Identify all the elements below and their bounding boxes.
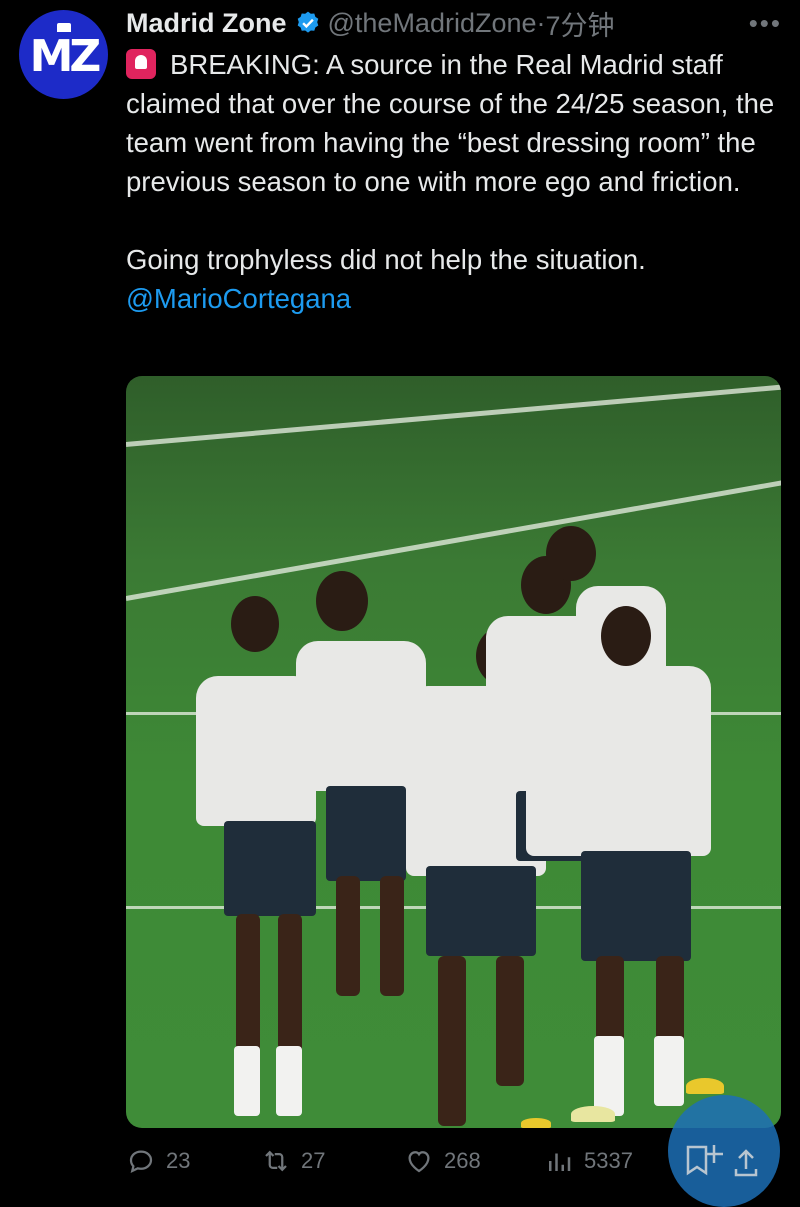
repost-count: 27 <box>301 1148 326 1173</box>
repost-icon <box>265 1150 287 1172</box>
pitch-line <box>126 474 781 601</box>
plus-icon <box>705 1145 723 1163</box>
author-handle[interactable]: @theMadridZone <box>328 8 537 39</box>
separator-dot: · <box>536 7 546 38</box>
like-icon <box>408 1151 430 1173</box>
avatar-logo-text: MZ <box>29 31 102 82</box>
like-count: 268 <box>444 1148 481 1173</box>
crown-icon <box>57 23 71 32</box>
training-cone <box>521 1118 551 1128</box>
tweet-media-photo[interactable] <box>126 376 781 1128</box>
reply-button[interactable]: 23 <box>126 1146 190 1176</box>
author-name[interactable]: Madrid Zone <box>126 8 287 39</box>
reply-icon <box>129 1150 153 1174</box>
reply-count: 23 <box>166 1148 191 1173</box>
avatar[interactable]: MZ <box>19 10 108 99</box>
views-icon <box>549 1153 571 1171</box>
training-cone <box>686 1078 724 1094</box>
more-icon[interactable]: ••• <box>749 8 782 39</box>
verified-badge-icon <box>297 11 318 33</box>
pitch-line <box>126 381 781 447</box>
bookmark-icon <box>686 1145 708 1176</box>
repost-button[interactable]: 27 <box>261 1146 325 1176</box>
tweet-timestamp[interactable]: 7分钟 <box>546 4 615 43</box>
tweet-paragraph-1: BREAKING: A source in the Real Madrid st… <box>126 49 775 197</box>
tweet-header: Madrid Zone @theMadridZone · 7分钟 ••• <box>126 5 782 41</box>
tweet-text: BREAKING: A source in the Real Madrid st… <box>126 45 786 318</box>
share-icon <box>734 1149 758 1177</box>
like-button[interactable]: 268 <box>404 1146 481 1176</box>
siren-emoji-icon <box>126 49 156 79</box>
views-button[interactable]: 5337 <box>544 1146 633 1176</box>
training-cone <box>571 1106 615 1122</box>
tweet-paragraph-2: Going trophyless did not help the situat… <box>126 244 646 275</box>
mention-link[interactable]: @MarioCortegana <box>126 283 351 314</box>
bookmark-share-overlay[interactable] <box>668 1095 780 1207</box>
views-count: 5337 <box>584 1148 633 1173</box>
